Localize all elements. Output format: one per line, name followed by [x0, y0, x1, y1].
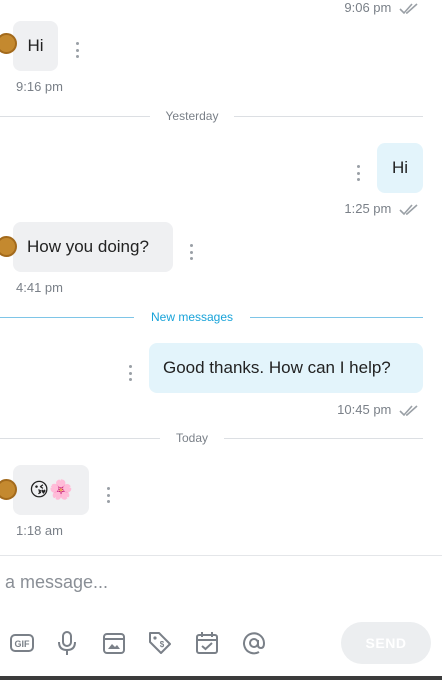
more-options-icon[interactable] — [105, 487, 111, 503]
incoming-message-bubble[interactable]: Hi — [0, 21, 58, 71]
new-messages-divider: New messages — [150, 310, 234, 324]
incoming-message-bubble[interactable]: How you doing? — [0, 222, 173, 272]
calendar-check-icon[interactable] — [194, 630, 220, 656]
incoming-message-bubble[interactable]: 😘🌸 — [0, 465, 89, 515]
message-time: 9:16 pm — [16, 79, 63, 94]
message-text: Good thanks. How can I help? — [163, 358, 391, 377]
date-divider-line — [0, 116, 150, 117]
more-options-icon[interactable] — [74, 42, 80, 58]
price-tag-icon[interactable]: $ — [147, 630, 173, 656]
message-text: Hi — [27, 36, 44, 55]
system-navigation-bar — [0, 676, 442, 680]
message-input[interactable]: a message... — [5, 572, 108, 593]
outgoing-message-bubble[interactable]: Hi — [377, 143, 423, 193]
message-time: 1:25 pm — [344, 201, 419, 216]
composer-divider — [0, 555, 442, 556]
double-check-icon — [399, 203, 418, 215]
more-options-icon[interactable] — [127, 365, 133, 381]
svg-text:GIF: GIF — [15, 639, 31, 649]
date-divider-line — [224, 438, 423, 439]
message-text: Hi — [391, 158, 409, 177]
message-time: 10:45 pm — [337, 402, 419, 417]
outgoing-message-bubble[interactable]: Good thanks. How can I help? — [149, 343, 423, 393]
avatar[interactable] — [0, 236, 17, 257]
message-time: 9:06 pm — [344, 0, 419, 15]
message-time-text: 10:45 pm — [337, 402, 392, 417]
media-icon[interactable] — [101, 630, 127, 656]
new-messages-divider-line — [0, 317, 134, 318]
message-text: 😘🌸 — [29, 480, 73, 501]
double-check-icon — [399, 404, 418, 416]
date-divider-line — [0, 438, 160, 439]
date-divider-line — [234, 116, 423, 117]
send-button[interactable]: SEND — [341, 622, 431, 664]
gif-icon[interactable]: GIF — [9, 630, 35, 656]
mention-icon[interactable] — [241, 630, 267, 656]
double-check-icon — [399, 2, 418, 14]
date-divider-today: Today — [175, 431, 209, 445]
message-text: How you doing? — [27, 237, 149, 256]
message-time-text: 9:06 pm — [344, 0, 392, 15]
message-time-text: 1:25 pm — [344, 201, 392, 216]
more-options-icon[interactable] — [355, 165, 361, 181]
date-divider-yesterday: Yesterday — [165, 109, 219, 123]
microphone-icon[interactable] — [54, 630, 80, 656]
message-time: 1:18 am — [16, 523, 63, 538]
message-time: 4:41 pm — [16, 280, 63, 295]
avatar[interactable] — [0, 479, 17, 500]
new-messages-divider-line — [250, 317, 423, 318]
more-options-icon[interactable] — [188, 244, 194, 260]
avatar[interactable] — [0, 33, 17, 54]
svg-text:$: $ — [160, 640, 165, 649]
